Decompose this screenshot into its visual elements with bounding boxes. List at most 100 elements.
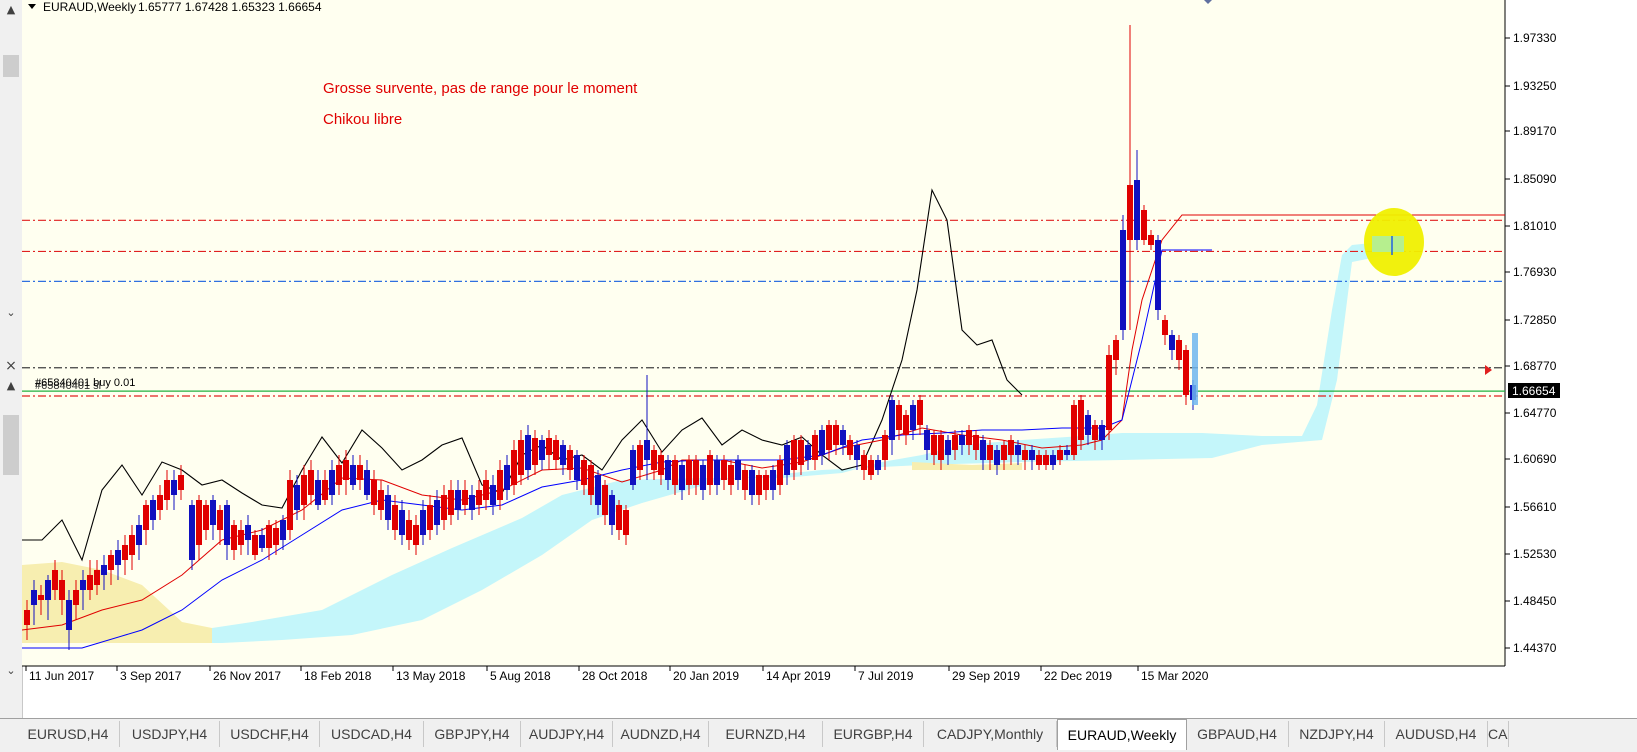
time-tick-label: 18 Feb 2018 [304, 669, 372, 683]
candle-body [756, 475, 762, 495]
candle-body [1099, 425, 1105, 440]
candle-body [525, 435, 531, 470]
candle-body [651, 450, 657, 470]
scroll-up-icon-2[interactable]: ▲ [2, 378, 20, 394]
tab-audnzd-h4[interactable]: AUDNZD,H4 [613, 721, 709, 747]
tab-nzdjpy-h4[interactable]: NZDJPY,H4 [1289, 721, 1385, 747]
candle-body [322, 480, 328, 500]
candle-body [385, 495, 391, 520]
chevron-down-icon-2[interactable]: ⌄ [2, 663, 20, 679]
candle-body [546, 438, 552, 455]
scroll-thumb-top[interactable] [3, 55, 19, 77]
tab-gbpjpy-h4[interactable]: GBPJPY,H4 [424, 721, 521, 747]
candle-body [483, 480, 489, 500]
close-icon[interactable]: × [2, 358, 20, 374]
candle-body [420, 510, 426, 535]
candle-body [73, 590, 79, 605]
tab-audusd-h4[interactable]: AUDUSD,H4 [1385, 721, 1488, 747]
candle-body [469, 495, 475, 510]
candle-body [518, 440, 524, 475]
candle-body [357, 465, 363, 480]
candle-body [504, 465, 510, 490]
candle-body [1148, 235, 1154, 245]
time-tick-label: 20 Jan 2019 [673, 669, 739, 683]
candle-body [462, 490, 468, 505]
candle-body [1078, 400, 1084, 440]
candle-body [189, 505, 195, 560]
time-tick-label: 14 Apr 2019 [766, 669, 831, 683]
candle-body [553, 440, 559, 460]
price-tick-label: 1.44370 [1513, 641, 1557, 655]
candle-body [700, 465, 706, 490]
candle-body [980, 440, 986, 460]
tab-cai[interactable]: CAI [1488, 721, 1509, 747]
order-label[interactable]: #65840401 buy 0.01 [35, 377, 135, 389]
price-chart[interactable]: EURAUD,Weekly 1.65777 1.67428 1.65323 1.… [21, 0, 1637, 718]
chart-canvas: EURAUD,Weekly 1.65777 1.67428 1.65323 1.… [21, 0, 1637, 683]
candle-body [301, 475, 307, 505]
candle-body [143, 505, 149, 530]
candle-body [840, 430, 846, 445]
candle-body [38, 595, 44, 600]
tab-usdcad-h4[interactable]: USDCAD,H4 [320, 721, 424, 747]
tab-gbpaud-h4[interactable]: GBPAUD,H4 [1186, 721, 1289, 747]
candle-body [427, 505, 433, 530]
candle-body [672, 460, 678, 485]
highlight-box [1372, 236, 1404, 252]
candle-body [1064, 450, 1070, 455]
tab-cadjpy-monthly[interactable]: CADJPY,Monthly [924, 721, 1057, 747]
tab-usdjpy-h4[interactable]: USDJPY,H4 [120, 721, 220, 747]
chart-ohlc: 1.65777 1.67428 1.65323 1.66654 [138, 0, 322, 14]
candle-body [679, 465, 685, 490]
tab-usdchf-h4[interactable]: USDCHF,H4 [220, 721, 320, 747]
candle-body [791, 440, 797, 470]
candle-body [1085, 415, 1091, 435]
time-tick-label: 15 Mar 2020 [1141, 669, 1209, 683]
annotation-line1[interactable]: Grosse survente, pas de range pour le mo… [323, 80, 638, 97]
tab-audjpy-h4[interactable]: AUDJPY,H4 [521, 721, 613, 747]
scroll-up-icon[interactable]: ▲ [2, 2, 20, 18]
candle-body [1176, 340, 1182, 360]
candle-body [742, 470, 748, 490]
chevron-down-icon[interactable]: ⌄ [2, 305, 20, 321]
candle-body [602, 485, 608, 515]
candle-body [1092, 425, 1098, 440]
candle-body [87, 575, 93, 590]
price-tick-label: 1.48450 [1513, 594, 1557, 608]
price-tick-label: 1.52530 [1513, 547, 1557, 561]
candle-body [203, 505, 209, 530]
time-tick-label: 28 Oct 2018 [582, 669, 648, 683]
candle-body [1036, 455, 1042, 465]
candle-body [924, 430, 930, 450]
candle-body [80, 580, 86, 590]
price-tick-label: 1.64770 [1513, 406, 1557, 420]
candle-body [1162, 320, 1168, 335]
scroll-thumb-bottom[interactable] [3, 415, 19, 475]
tab-euraud-weekly[interactable]: EURAUD,Weekly [1057, 719, 1187, 750]
candle-body [819, 430, 825, 455]
candle-body [588, 465, 594, 495]
candle-body [735, 460, 741, 480]
tab-eurgbp-h4[interactable]: EURGBP,H4 [823, 721, 924, 747]
candle-body [637, 445, 643, 470]
tab-eurusd-h4[interactable]: EURUSD,H4 [17, 721, 120, 747]
candle-body [413, 525, 419, 545]
price-tick-label: 1.85090 [1513, 172, 1557, 186]
candle-body [343, 460, 349, 480]
candle-body [1120, 230, 1126, 330]
candle-body [994, 450, 1000, 465]
candle-body [196, 500, 202, 545]
candle-body [490, 485, 496, 505]
candle-body [644, 440, 650, 460]
candle-body [574, 455, 580, 480]
candle-body [1134, 180, 1140, 240]
candle-body [31, 590, 37, 605]
tab-eurnzd-h4[interactable]: EURNZD,H4 [709, 721, 823, 747]
candle-body [350, 465, 356, 485]
annotation-line2[interactable]: Chikou libre [323, 111, 402, 128]
candle-body [833, 425, 839, 445]
candle-body [238, 530, 244, 545]
current-price-label: 1.66654 [1512, 384, 1556, 398]
candle-body [938, 435, 944, 460]
plot-background [22, 0, 1505, 666]
